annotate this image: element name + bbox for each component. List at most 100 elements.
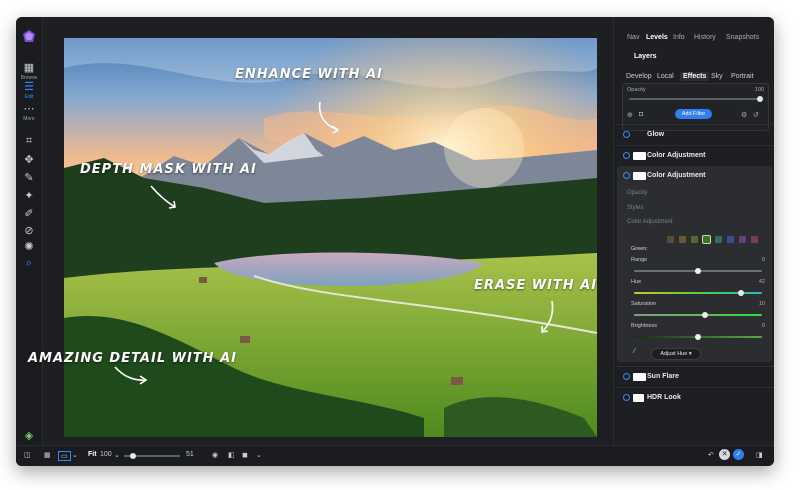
erase-tool[interactable]: ✺: [19, 240, 39, 253]
saturation-value: 10: [758, 301, 765, 307]
preview-icon[interactable]: ◼: [242, 451, 248, 459]
preview-dropdown-icon[interactable]: ⌄: [256, 451, 262, 459]
eye-icon[interactable]: ◉: [212, 451, 218, 459]
cancel-icon[interactable]: ✕: [719, 449, 730, 460]
filter-glow[interactable]: Glow: [614, 124, 774, 145]
callout-erase: ERASE WITH AI: [474, 278, 597, 293]
filter-hdr-look[interactable]: HDR Look: [614, 387, 774, 408]
adjust-hue-button[interactable]: Adjust Hue ▾: [651, 348, 701, 360]
tab-snapshots[interactable]: Snapshots: [726, 34, 759, 41]
arrow-enhance-icon: [318, 101, 340, 134]
subtab-local[interactable]: Local: [657, 73, 674, 80]
panel-toggle-icon[interactable]: ◫: [24, 451, 31, 459]
grid-view-icon[interactable]: ▦: [44, 451, 51, 459]
filter-name: Glow: [647, 131, 665, 138]
filter-name: HDR Look: [647, 394, 681, 401]
filter-color-adjustment-2[interactable]: Color Adjustment: [614, 166, 774, 186]
view-dropdown-icon[interactable]: ⌄: [72, 451, 78, 459]
saturation-slider-knob[interactable]: [702, 312, 708, 318]
swatch-aqua[interactable]: [715, 236, 722, 243]
retouch-tool[interactable]: ✐: [19, 207, 39, 220]
zoom-dropdown-icon[interactable]: ⌄: [114, 451, 120, 459]
range-slider-knob[interactable]: [695, 268, 701, 274]
section-opacity[interactable]: Opacity: [627, 190, 647, 196]
subtab-effects[interactable]: Effects: [680, 72, 710, 81]
settings-icon[interactable]: ⚙: [741, 111, 747, 119]
section-color-adjustment[interactable]: Color Adjustment: [627, 219, 673, 225]
filter-sun-flare[interactable]: Sun Flare: [614, 366, 774, 387]
brush-tool[interactable]: ✎: [19, 171, 39, 184]
tab-info[interactable]: Info: [673, 34, 685, 41]
mask-icon[interactable]: ◘: [639, 111, 643, 118]
filter-name: Color Adjustment: [647, 172, 706, 179]
section-styles[interactable]: Styles: [627, 205, 643, 211]
single-view-icon[interactable]: ▭: [58, 451, 71, 461]
app-window: ▦ Browse ☰ Edit ⋯ More ⌗ ✥ ✎ ✦ ✐ ⊘ ✺ ⌕ ◈: [16, 17, 774, 466]
visibility-icon[interactable]: [623, 373, 630, 380]
apply-icon[interactable]: ✓: [733, 449, 744, 460]
opacity-slider[interactable]: [629, 96, 763, 102]
subtab-portrait[interactable]: Portrait: [731, 73, 754, 80]
filter-name: Sun Flare: [647, 373, 679, 380]
visibility-icon[interactable]: [623, 152, 630, 159]
swatch-green[interactable]: [702, 235, 711, 244]
zoom-slider-knob[interactable]: [130, 453, 136, 459]
panel-right-toggle-icon[interactable]: ◨: [756, 451, 763, 459]
zoom-value[interactable]: 100: [100, 451, 112, 458]
visibility-icon[interactable]: [623, 172, 630, 179]
tab-history[interactable]: History: [694, 34, 716, 41]
mask-thumbnail: [633, 373, 646, 381]
brightness-slider-knob[interactable]: [695, 334, 701, 340]
hue-slider-knob[interactable]: [738, 290, 744, 296]
opacity-slider-knob[interactable]: [757, 96, 763, 102]
browse-tool[interactable]: ▦ Browse: [19, 61, 39, 81]
retouch-icon: ✐: [24, 208, 34, 220]
hue-slider[interactable]: [634, 290, 762, 296]
clone-tool[interactable]: ⊘: [19, 224, 39, 237]
filter-name: Color Adjustment: [647, 152, 706, 159]
swatch-orange[interactable]: [679, 236, 686, 243]
tab-levels[interactable]: Levels: [646, 34, 668, 41]
adjust-hue-label: Adjust Hue: [660, 351, 688, 357]
brightness-value: 0: [761, 323, 765, 329]
arrow-detail-icon: [114, 366, 148, 385]
range-slider[interactable]: [634, 268, 762, 274]
ai-search-tool[interactable]: ⌕: [19, 257, 39, 270]
fit-label[interactable]: Fit: [88, 451, 97, 458]
eyedropper-icon[interactable]: ⁄: [634, 348, 635, 355]
range-label: Range: [631, 257, 648, 263]
swatch-yellow[interactable]: [691, 236, 698, 243]
callout-enhance: ENHANCE WITH AI: [235, 67, 383, 82]
move-tool[interactable]: ✥: [19, 153, 39, 166]
layers-tool[interactable]: ◈: [19, 429, 39, 442]
move-icon: ✥: [24, 154, 34, 166]
swatch-purple[interactable]: [739, 236, 746, 243]
mask-add-icon[interactable]: ⊕: [627, 111, 633, 119]
more-tool[interactable]: ⋯ More: [19, 102, 39, 122]
callout-depth-mask: DEPTH MASK WITH AI: [80, 162, 257, 177]
swatch-magenta[interactable]: [751, 236, 758, 243]
mask-thumbnail: [633, 394, 644, 402]
undo-icon[interactable]: ↶: [708, 451, 714, 459]
subtab-sky[interactable]: Sky: [711, 73, 723, 80]
brightness-slider[interactable]: [634, 334, 762, 340]
erase-icon: ✺: [24, 241, 34, 253]
wand-tool[interactable]: ✦: [19, 189, 39, 202]
swatch-blue[interactable]: [727, 236, 734, 243]
mask-thumbnail: [633, 172, 646, 180]
saturation-slider[interactable]: [634, 312, 762, 318]
compare-icon[interactable]: ◧: [228, 451, 235, 459]
crop-tool[interactable]: ⌗: [19, 135, 39, 148]
filter-color-adjustment-1[interactable]: Color Adjustment: [614, 145, 774, 166]
visibility-icon[interactable]: [623, 394, 630, 401]
swatch-red[interactable]: [667, 236, 674, 243]
brightness-label: Brightness: [631, 323, 657, 329]
zoom-slider[interactable]: [124, 453, 180, 459]
add-filter-button[interactable]: Add Filter: [675, 109, 712, 119]
right-panel: Nav Levels Info History Snapshots Layers…: [613, 17, 774, 445]
edit-tool[interactable]: ☰ Edit: [19, 80, 39, 100]
visibility-icon[interactable]: [623, 131, 630, 138]
tab-nav[interactable]: Nav: [627, 34, 639, 41]
reset-icon[interactable]: ↺: [753, 111, 759, 119]
subtab-develop[interactable]: Develop: [626, 73, 652, 80]
